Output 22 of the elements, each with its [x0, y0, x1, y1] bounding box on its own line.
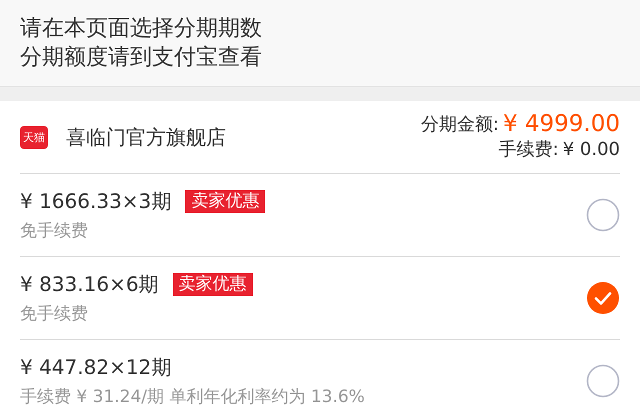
radio-unchecked-icon[interactable]	[586, 198, 620, 232]
fee-label: 手续费:	[498, 138, 559, 162]
discount-tag: 卖家优惠	[185, 190, 266, 213]
radio-unchecked-icon[interactable]	[586, 364, 620, 398]
plan-title: ¥ 447.82×12期	[20, 354, 172, 381]
plan-option[interactable]: ¥ 833.16×6期 卖家优惠 免手续费	[20, 257, 620, 340]
amount-label: 分期金额:	[420, 113, 499, 137]
plan-option[interactable]: ¥ 1666.33×3期 卖家优惠 免手续费	[20, 174, 620, 257]
plan-note: 免手续费	[20, 303, 89, 325]
plan-title: ¥ 1666.33×3期	[20, 188, 172, 215]
radio-checked-icon[interactable]	[586, 281, 620, 315]
notice-text: 请在本页面选择分期期数	[20, 15, 263, 43]
notice-text: 分期额度请到支付宝查看	[20, 44, 263, 72]
plan-note: 手续费 ¥ 31.24/期 单利年化利率约为 13.6%	[20, 386, 365, 408]
store-name: 喜临门官方旗舰店	[66, 124, 226, 150]
fee-value: ¥ 0.00	[562, 138, 620, 162]
discount-tag: 卖家优惠	[172, 273, 253, 296]
plan-option[interactable]: ¥ 447.82×12期 手续费 ¥ 31.24/期 单利年化利率约为 13.6%	[20, 340, 620, 417]
store-logo: 天猫	[20, 126, 48, 148]
plan-note: 免手续费	[20, 220, 89, 242]
plan-title: ¥ 833.16×6期	[20, 271, 159, 298]
amount-value: ¥ 4999.00	[502, 112, 620, 137]
